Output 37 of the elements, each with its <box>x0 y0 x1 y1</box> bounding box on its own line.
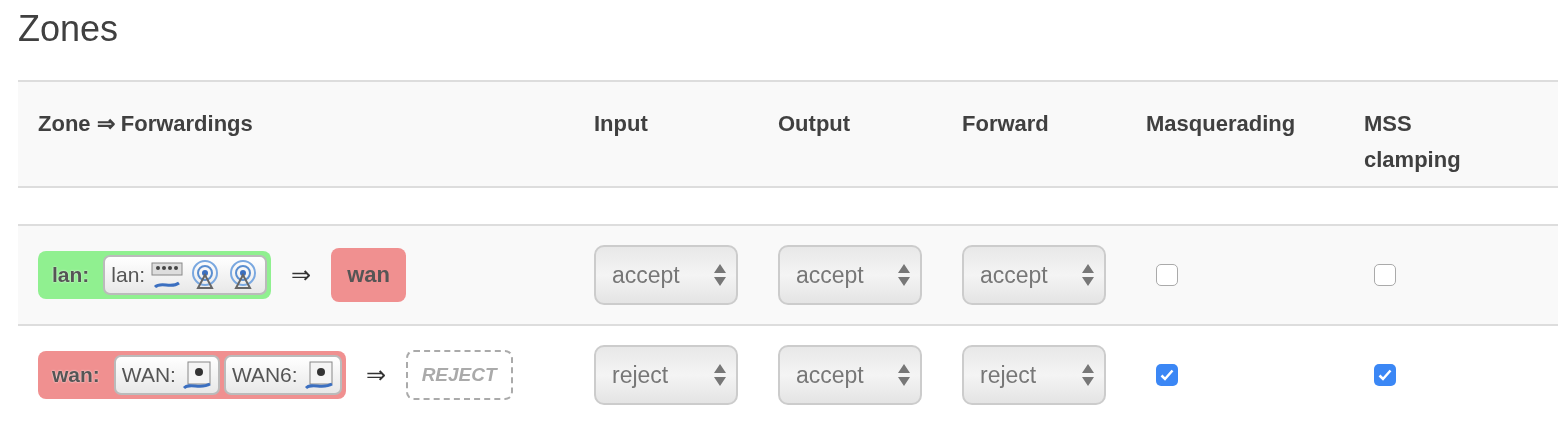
checkbox[interactable] <box>1156 264 1178 286</box>
check-icon <box>1160 369 1174 381</box>
column-header: Forward <box>962 110 1049 138</box>
zone-badge: wan <box>331 248 406 302</box>
column-header: Zone ⇒ Forwardings <box>38 110 253 138</box>
column-header: Input <box>594 110 648 138</box>
reject-badge: REJECT <box>405 350 513 400</box>
network-port-icon <box>181 360 212 390</box>
column-header: MSS clamping <box>1364 110 1462 174</box>
policy-select[interactable]: accept <box>962 245 1106 305</box>
policy-select[interactable]: accept <box>778 245 922 305</box>
updown-arrows-icon <box>898 364 910 386</box>
zone-name: wan: <box>52 363 100 387</box>
updown-arrows-icon <box>1082 264 1094 286</box>
updown-arrows-icon <box>898 264 910 286</box>
forward-arrow: ⇒ <box>291 261 312 289</box>
column-header: Masquerading <box>1146 110 1296 138</box>
policy-select[interactable]: reject <box>962 345 1106 405</box>
checkbox[interactable] <box>1374 364 1396 386</box>
checkbox[interactable] <box>1156 364 1178 386</box>
policy-select[interactable]: accept <box>594 245 738 305</box>
column-header: Output <box>778 110 851 138</box>
forward-arrow: ⇒ <box>365 361 386 389</box>
network-name: WAN6: <box>231 363 298 387</box>
policy-select[interactable]: reject <box>594 345 738 405</box>
check-icon <box>1378 369 1392 381</box>
policy-select[interactable]: accept <box>778 345 922 405</box>
zone-name: lan: <box>52 263 90 287</box>
network-port-icon <box>303 360 334 390</box>
page-title: Zones <box>18 8 119 50</box>
network-name: lan: <box>111 263 146 287</box>
updown-arrows-icon <box>1082 364 1094 386</box>
network-switch-icon <box>151 261 184 289</box>
updown-arrows-icon <box>714 364 726 386</box>
network-name: WAN: <box>121 363 176 387</box>
checkbox[interactable] <box>1374 264 1396 286</box>
updown-arrows-icon <box>714 264 726 286</box>
